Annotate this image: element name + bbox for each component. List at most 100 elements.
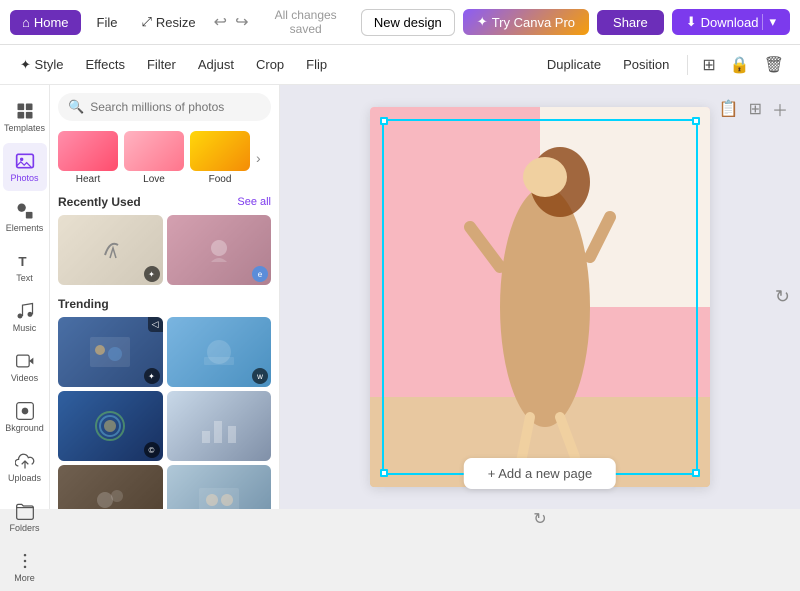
new-design-label: New design xyxy=(374,15,442,30)
canvas-notes-button[interactable]: 📋 xyxy=(717,95,741,123)
undo-button[interactable]: ↩ xyxy=(212,10,229,34)
music-icon xyxy=(15,301,35,321)
photo-badge-4: w xyxy=(252,368,268,384)
photo-badge-3: ✦ xyxy=(144,368,160,384)
try-canva-button[interactable]: ✦ Try Canva Pro xyxy=(463,9,589,35)
undo-redo-group: ↩ ↪ xyxy=(212,10,251,34)
home-button[interactable]: ⌂ Home xyxy=(10,10,81,35)
resize-handle-tr[interactable] xyxy=(692,117,700,125)
trending-photo-1[interactable]: ✦ ◁ xyxy=(58,317,163,387)
duplicate-button[interactable]: Duplicate xyxy=(539,53,609,76)
canvas-grid-button[interactable]: ⊞ xyxy=(747,95,764,123)
file-button[interactable]: File xyxy=(89,11,126,34)
hide-panel-button[interactable]: ◁ xyxy=(148,317,163,332)
home-label: Home xyxy=(34,15,69,30)
download-arrow-icon[interactable]: ▾ xyxy=(762,14,776,30)
canvas-add-button[interactable]: ＋ xyxy=(770,95,790,123)
top-bar: ⌂ Home File ⤢ Resize ↩ ↪ All changes sav… xyxy=(0,0,800,45)
download-label: Download xyxy=(701,15,759,30)
grid-icon xyxy=(15,101,35,121)
category-food[interactable]: Food xyxy=(190,131,250,185)
style-icon: ✦ xyxy=(20,57,31,72)
add-page-bar[interactable]: + Add a new page xyxy=(464,458,616,489)
trending-title: Trending xyxy=(58,297,109,311)
sidebar-item-templates[interactable]: Templates xyxy=(3,93,47,141)
photo-badge: ✦ xyxy=(144,266,160,282)
background-icon xyxy=(15,401,35,421)
home-icon: ⌂ xyxy=(22,15,30,30)
sidebar-item-folders[interactable]: Folders xyxy=(3,493,47,541)
category-food-thumb xyxy=(190,131,250,171)
text-icon: T xyxy=(15,251,35,271)
sidebar-item-music[interactable]: Music xyxy=(3,293,47,341)
share-label: Share xyxy=(613,15,648,30)
sidebar-item-photos[interactable]: Photos xyxy=(3,143,47,191)
recent-photo-2[interactable]: e xyxy=(167,215,272,285)
adjust-button[interactable]: Adjust xyxy=(190,53,242,76)
flip-button[interactable]: Flip xyxy=(298,53,335,76)
recently-used-title: Recently Used xyxy=(58,195,141,209)
photo-badge-5: © xyxy=(144,442,160,458)
toolbar-separator xyxy=(687,55,688,75)
trending-photo-6[interactable] xyxy=(167,465,272,509)
filter-label: Filter xyxy=(147,57,176,72)
saved-status: All changes saved xyxy=(258,8,352,36)
position-button[interactable]: Position xyxy=(615,53,677,76)
category-love-thumb xyxy=(124,131,184,171)
trending-header: Trending xyxy=(58,297,271,311)
elements-icon xyxy=(15,201,35,221)
sidebar-item-elements[interactable]: Elements xyxy=(3,193,47,241)
crop-button[interactable]: Crop xyxy=(248,53,292,76)
adjust-label: Adjust xyxy=(198,57,234,72)
trending-photo-3[interactable]: © xyxy=(58,391,163,461)
see-all-link[interactable]: See all xyxy=(237,196,271,208)
add-page-label: + Add a new page xyxy=(488,466,592,481)
try-canva-label: Try Canva Pro xyxy=(492,15,575,30)
delete-button[interactable]: 🗑 xyxy=(760,51,788,79)
trending-photo-2[interactable]: w xyxy=(167,317,272,387)
resize-handle-br[interactable] xyxy=(692,469,700,477)
sidebar-item-more[interactable]: More xyxy=(3,543,47,591)
resize-button[interactable]: ⤢ Resize xyxy=(134,10,204,34)
trending-photo-4[interactable] xyxy=(167,391,272,461)
crop-label: Crop xyxy=(256,57,284,72)
canvas-refresh-button[interactable]: ↻ xyxy=(775,287,790,308)
sidebar-item-text[interactable]: T Text xyxy=(3,243,47,291)
download-button[interactable]: ⬇ Download ▾ xyxy=(672,9,790,35)
more-icon xyxy=(15,551,35,571)
resize-handle-bl[interactable] xyxy=(380,469,388,477)
filter-button[interactable]: Filter xyxy=(139,53,184,76)
effects-button[interactable]: Effects xyxy=(77,53,133,76)
grid-view-button[interactable]: ⊞ xyxy=(698,51,719,79)
canvas-area: 📋 ⊞ ＋ ↻ xyxy=(280,85,800,509)
resize-handle-tl[interactable] xyxy=(380,117,388,125)
recent-photo-1[interactable]: ✦ xyxy=(58,215,163,285)
redo-button[interactable]: ↪ xyxy=(233,10,250,34)
search-container[interactable]: 🔍 xyxy=(58,93,271,121)
category-love[interactable]: Love xyxy=(124,131,184,185)
style-button[interactable]: ✦ Style xyxy=(12,53,71,77)
recently-used-grid: ✦ e xyxy=(58,215,271,285)
lock-button[interactable]: 🔒 xyxy=(726,51,754,79)
download-icon: ⬇ xyxy=(686,14,697,30)
sidebar-item-uploads[interactable]: Uploads xyxy=(3,443,47,491)
trending-grid-3 xyxy=(58,465,271,509)
share-button[interactable]: Share xyxy=(597,10,664,35)
new-design-button[interactable]: New design xyxy=(361,9,455,36)
sidebar-item-videos[interactable]: Videos xyxy=(3,343,47,391)
icon-sidebar: Templates Photos Elements T Text Music V… xyxy=(0,85,50,509)
canvas-background xyxy=(370,107,710,487)
image-icon xyxy=(15,151,35,171)
trending-photo-5[interactable] xyxy=(58,465,163,509)
video-icon xyxy=(15,351,35,371)
category-heart[interactable]: Heart xyxy=(58,131,118,185)
sidebar-item-background[interactable]: Bkground xyxy=(3,393,47,441)
category-row: Heart Love Food › xyxy=(58,131,271,185)
category-scroll-arrow[interactable]: › xyxy=(256,150,261,166)
recently-used-header: Recently Used See all xyxy=(58,195,271,209)
flip-label: Flip xyxy=(306,57,327,72)
rotate-handle[interactable]: ↻ xyxy=(533,509,546,529)
trending-grid-1: ✦ ◁ w xyxy=(58,317,271,387)
search-input[interactable] xyxy=(90,100,261,114)
svg-text:T: T xyxy=(18,254,26,269)
